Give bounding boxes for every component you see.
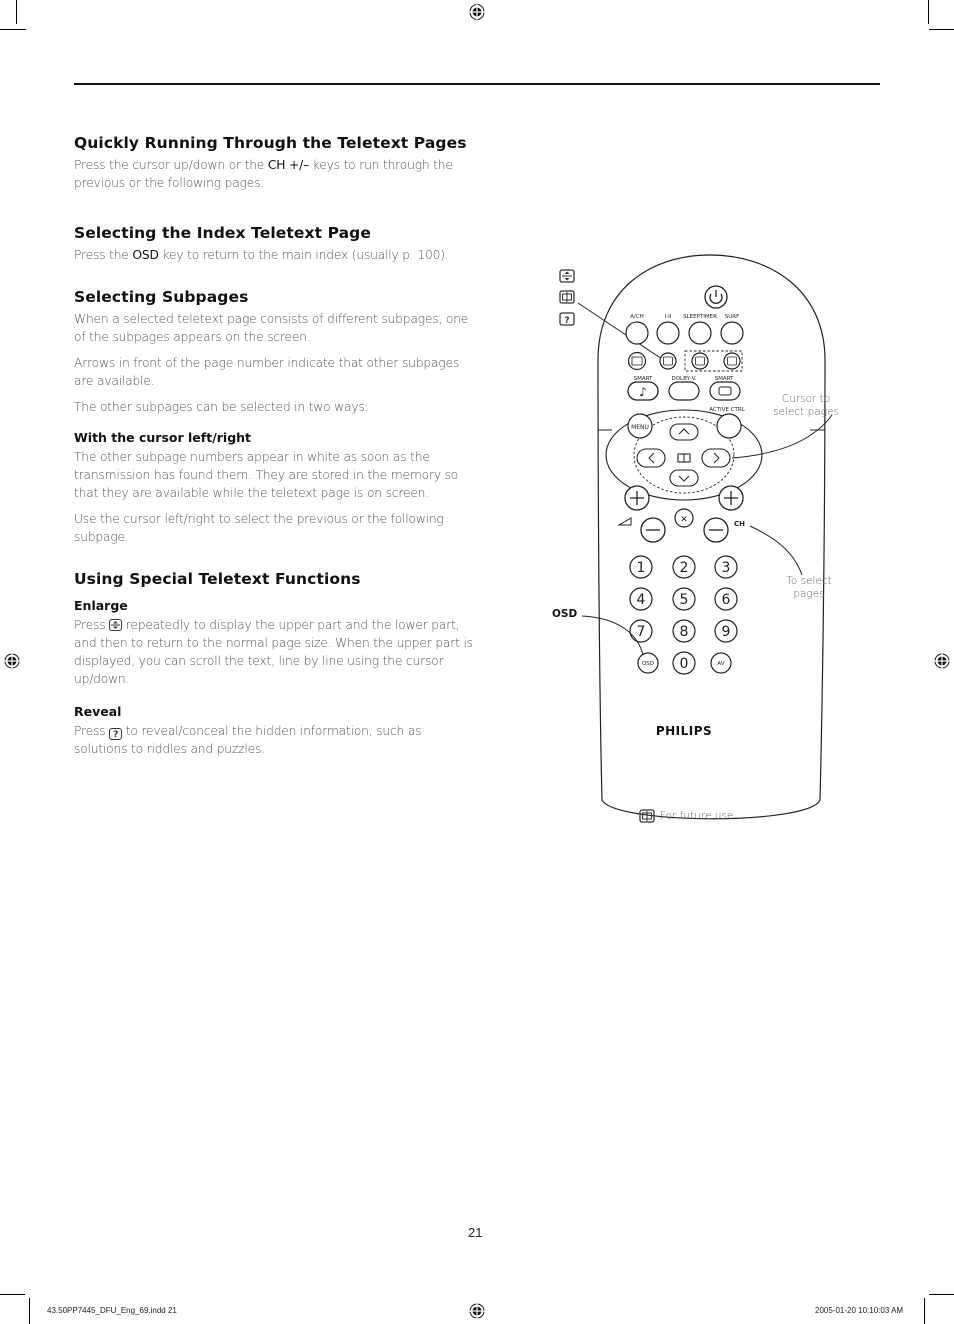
text: key to return to the main index (usually… [158, 248, 449, 262]
smart-picture-button [709, 381, 741, 401]
text: Press the cursor up/down or the [74, 158, 268, 172]
registration-mark-icon [469, 1303, 485, 1319]
reveal-button [723, 352, 741, 370]
brand-logo: PHILIPS [656, 724, 712, 738]
footer-filename: 43.50PP7445_DFU_Eng_69.indd 21 [47, 1306, 177, 1315]
enlarge-button [659, 352, 677, 370]
crop-mark [929, 29, 954, 30]
mute-icon: ✕ [680, 515, 688, 525]
crop-mark [16, 0, 17, 24]
subsection-title: With the cursor left/right [74, 430, 252, 445]
active-ctrl-button [716, 413, 742, 439]
footer-timestamp: 2005-01-20 10:10:03 AM [815, 1306, 904, 1315]
key-label: 7 [637, 624, 646, 640]
key-label: 5 [680, 592, 689, 608]
future-use-button [691, 352, 709, 370]
crop-mark [0, 1294, 25, 1295]
text: repeatedly to display the upper part and… [74, 618, 473, 686]
crop-mark [29, 1298, 30, 1324]
dolby-button [668, 381, 700, 401]
paragraph: Use the cursor left/right to select the … [74, 512, 444, 544]
paragraph: The other subpage numbers appear in whit… [74, 450, 459, 500]
key-label: 6 [722, 592, 731, 608]
button-label: MENU [631, 424, 649, 431]
future-use-label: For future use [660, 810, 734, 822]
remote-control-illustration: ? A/CH I-II SLEEPTIMER SURF SMART DOLBY … [559, 254, 833, 820]
callout-cursor: Cursor to select pages [773, 393, 839, 418]
button-label: A/CH [630, 314, 644, 320]
section-special-functions: Using Special Teletext Functions Enlarge… [74, 570, 474, 758]
svg-text:?: ? [564, 316, 569, 326]
key-label: OSD [642, 661, 654, 667]
section-index-page: Selecting the Index Teletext Page Press … [74, 224, 474, 264]
registration-mark-icon [4, 653, 20, 669]
ch-label: CH [734, 520, 745, 528]
text-column: Quickly Running Through the Teletext Pag… [74, 134, 474, 766]
callout-osd: OSD [552, 608, 578, 620]
ach-button [625, 321, 649, 345]
cursor-right-button [701, 448, 731, 468]
surf-button [720, 321, 744, 345]
key-name: CH +/– [267, 158, 310, 172]
crop-mark [0, 29, 26, 30]
key-label: 9 [722, 624, 731, 640]
subsection-title: Reveal [74, 704, 122, 719]
paragraph: When a selected teletext page consists o… [74, 312, 469, 344]
section-subpages: Selecting Subpages When a selected telet… [74, 288, 474, 546]
text: to reveal/conceal the hidden information… [74, 724, 422, 756]
future-use-icon [559, 290, 575, 304]
subsection-title: Enlarge [74, 598, 128, 613]
section-quick-run: Quickly Running Through the Teletext Pag… [74, 134, 474, 192]
key-label: 3 [722, 560, 731, 576]
cursor-down-button [669, 469, 699, 487]
paragraph: The other subpages can be selected in tw… [74, 400, 369, 414]
button-label: SURF [725, 314, 740, 320]
button-label: ACTIVE CTRL [709, 407, 745, 413]
paragraph: Arrows in front of the page number indic… [74, 356, 460, 388]
key-label: 8 [680, 624, 689, 640]
callout-to-select: To select pages [786, 575, 832, 600]
crop-mark [928, 0, 929, 24]
key-label: 1 [637, 560, 646, 576]
paragraph: Press ? to reveal/conceal the hidden inf… [74, 722, 474, 758]
reveal-icon: ? [109, 728, 123, 740]
button-label: I-II [665, 314, 672, 320]
teletext-button [627, 351, 647, 371]
section-title: Selecting the Index Teletext Page [74, 224, 371, 242]
key-label: AV [717, 661, 724, 667]
reveal-icon: ? [559, 312, 575, 326]
section-title: Selecting Subpages [74, 288, 249, 306]
future-use-note: For future use [639, 809, 733, 823]
text: Press [74, 724, 110, 738]
enlarge-icon [109, 619, 123, 631]
future-use-icon [639, 809, 655, 823]
music-note-icon: ♪ [639, 385, 647, 399]
paragraph: Press repeatedly to display the upper pa… [74, 616, 474, 688]
key-name: OSD [132, 248, 159, 262]
crop-mark [924, 1298, 925, 1324]
sleeptimer-button [688, 321, 712, 345]
cursor-left-button [636, 448, 666, 468]
text: Press the [74, 248, 133, 262]
button-label: DOLBY V. [671, 376, 696, 382]
button-label: SMART [634, 376, 653, 382]
button-label: SMART [715, 376, 734, 382]
text: Press [74, 618, 110, 632]
key-label: 4 [637, 592, 646, 608]
cursor-up-button [669, 423, 699, 441]
paragraph: Press the OSD key to return to the main … [74, 246, 474, 264]
page-number: 21 [468, 1225, 483, 1240]
registration-mark-icon [934, 653, 950, 669]
key-label: 0 [680, 656, 689, 672]
section-title: Using Special Teletext Functions [74, 570, 361, 588]
section-title: Quickly Running Through the Teletext Pag… [74, 134, 467, 152]
enlarge-icon [559, 269, 575, 283]
paragraph: Press the cursor up/down or the CH +/– k… [74, 156, 474, 192]
dual-sound-button [656, 321, 680, 345]
crop-mark [929, 1294, 954, 1295]
key-label: 2 [680, 560, 689, 576]
registration-mark-icon [469, 4, 485, 20]
button-label: SLEEPTIMER [683, 314, 717, 320]
header-rule [74, 83, 880, 85]
